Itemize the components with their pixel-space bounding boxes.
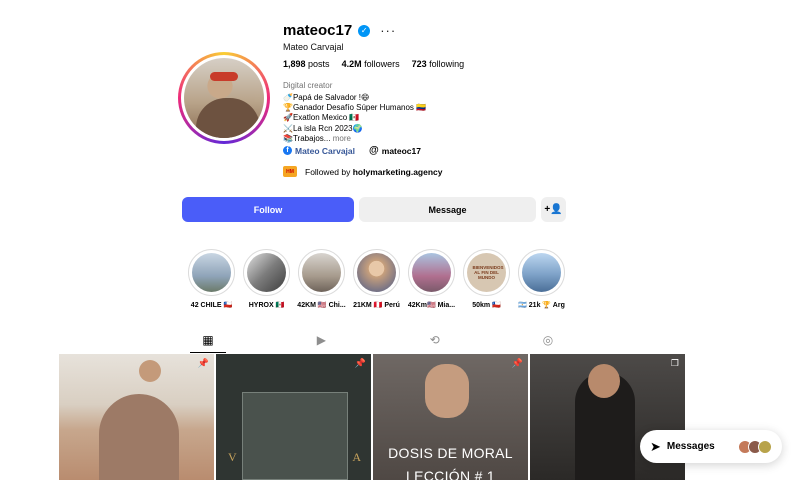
facebook-link[interactable]: f Mateo Carvajal [283, 145, 355, 156]
grid-icon: ▦ [202, 332, 214, 347]
bio-more-link[interactable]: more [333, 134, 351, 143]
full-name: Mateo Carvajal [283, 42, 344, 52]
message-avatars [738, 439, 772, 454]
bio-line: 🏆Ganador Desafío Súper Humanos 🇨🇴 [283, 103, 427, 113]
highlight-item[interactable]: 42KM 🇺🇸 Chi... [297, 249, 346, 309]
highlight-item[interactable]: 42 CHILE 🇨🇱 [188, 249, 235, 309]
carousel-icon: ❐ [670, 358, 679, 368]
profile-stats: 1,898 posts 4.2M followers 723 following [283, 59, 464, 69]
highlight-label: 42Km🇺🇸 Mia... [407, 302, 456, 309]
post-tile[interactable]: DOSIS DE MORAL LECCIÓN # 1 📌 [373, 354, 528, 480]
followed-by-user: holymarketing.agency [352, 166, 443, 177]
repost-icon: ⟲ [429, 333, 440, 347]
tagged-icon: ◎ [542, 333, 554, 347]
send-icon: ➤ [650, 438, 661, 454]
post-caption: DOSIS DE MORAL LECCIÓN # 1 [388, 445, 513, 480]
reels-icon: ▶ [316, 333, 326, 347]
highlight-label: HYROX 🇲🇽 [248, 302, 285, 309]
highlight-item[interactable]: BIENVENIDOS AL FIN DEL MUNDO 50km 🇨🇱 [463, 249, 510, 309]
follow-button[interactable]: Follow [182, 197, 354, 222]
highlight-label: 🇦🇷 21k 🏆 Arg [518, 302, 565, 309]
threads-icon: @ [369, 145, 379, 156]
highlight-item[interactable]: HYROX 🇲🇽 [243, 249, 290, 309]
verified-badge-icon: ✓ [358, 24, 371, 37]
category-label: Digital creator [283, 81, 333, 90]
highlight-item[interactable]: 🇦🇷 21k 🏆 Arg [518, 249, 565, 309]
followers-stat[interactable]: 4.2M followers [342, 59, 400, 69]
username-row: mateoc17 ✓ ··· [283, 22, 396, 39]
highlight-item[interactable]: 42Km🇺🇸 Mia... [408, 249, 455, 309]
bio-line: 🍼Papá de Salvador !😄 [283, 93, 370, 102]
tab-reels[interactable]: ▶ [303, 327, 339, 353]
facebook-icon: f [283, 146, 292, 155]
more-options-icon[interactable]: ··· [380, 23, 396, 38]
highlight-item[interactable]: 21KM 🇵🇪 Perú [353, 249, 400, 309]
tab-reposts[interactable]: ⟲ [417, 327, 453, 353]
highlight-label: 50km 🇨🇱 [472, 302, 501, 309]
highlight-label: 42 CHILE 🇨🇱 [190, 302, 233, 309]
tab-tagged[interactable]: ◎ [530, 327, 566, 353]
username: mateoc17 [283, 22, 353, 39]
follower-avatar: HM [283, 166, 297, 177]
story-highlights: 42 CHILE 🇨🇱 HYROX 🇲🇽 42KM 🇺🇸 Chi... 21KM… [188, 249, 565, 309]
pin-icon: 📌 [197, 358, 209, 368]
highlight-label: 42KM 🇺🇸 Chi... [297, 302, 346, 309]
followed-by[interactable]: HM Followed by holymarketing.agency [283, 166, 443, 177]
post-text: V [228, 450, 239, 464]
bio: 🍼Papá de Salvador !😄 🏆Ganador Desafío Sú… [283, 93, 426, 144]
highlight-sign-text: BIENVENIDOS AL FIN DEL MUNDO [472, 265, 504, 280]
bio-line: ⚔️La isla Rcn 2023🌍 [283, 123, 363, 133]
messages-button[interactable]: ➤ Messages [640, 430, 782, 463]
profile-tabs: ▦ ▶ ⟲ ◎ [190, 327, 566, 353]
messages-label: Messages [666, 441, 715, 452]
tab-posts[interactable]: ▦ [190, 327, 226, 353]
bio-line: 📚Trabajos... more [283, 133, 351, 143]
message-button[interactable]: Message [359, 197, 536, 222]
profile-links: f Mateo Carvajal @ mateoc17 [283, 145, 421, 156]
following-stat[interactable]: 723 following [412, 59, 465, 69]
pin-icon: 📌 [511, 358, 523, 368]
profile-avatar[interactable] [178, 52, 270, 144]
posts-stat: 1,898 posts [283, 59, 330, 69]
add-person-icon[interactable]: +👤 [541, 197, 566, 222]
threads-link[interactable]: @ mateoc17 [369, 145, 421, 156]
post-tile[interactable]: V A 📌 [216, 354, 371, 480]
post-text: A [352, 450, 361, 464]
posts-grid: 📌 V A 📌 DOSIS DE MORAL LECCIÓN # 1 📌 ❐ [59, 354, 685, 480]
post-tile[interactable]: 📌 [59, 354, 214, 480]
pin-icon: 📌 [354, 358, 366, 368]
avatar-photo [184, 58, 264, 138]
highlight-label: 21KM 🇵🇪 Perú [353, 302, 400, 309]
bio-line: 🚀Exatlon Mexico 🇲🇽 [283, 113, 360, 123]
